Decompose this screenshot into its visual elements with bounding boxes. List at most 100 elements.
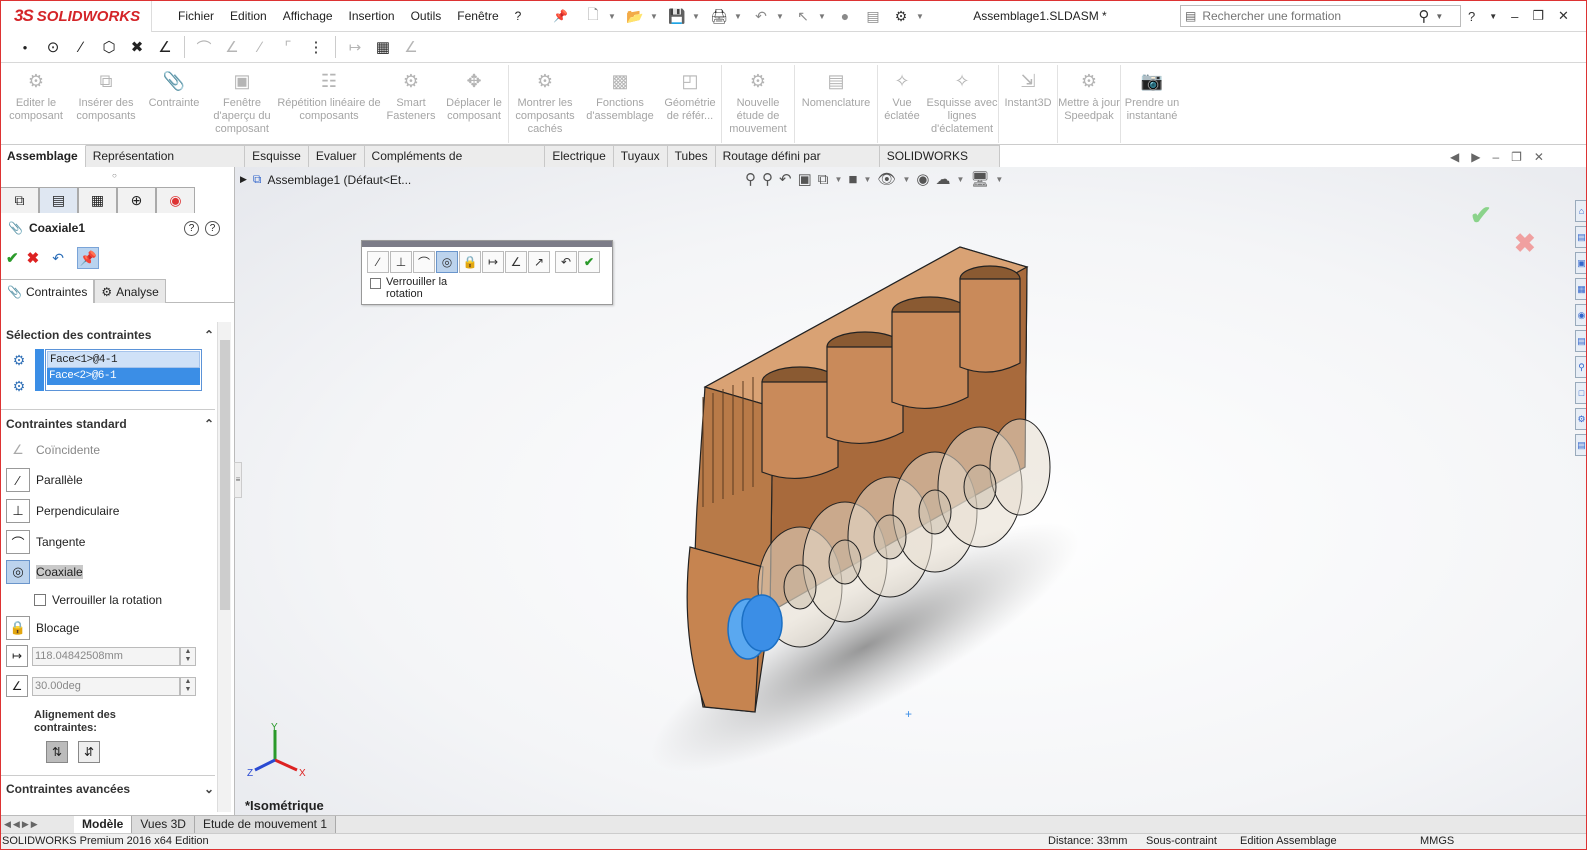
panel-drag-handle[interactable]: ○ — [112, 171, 117, 180]
tab-contraintes[interactable]: 📎 Contraintes — [0, 279, 95, 303]
minimize-icon[interactable]: – — [1511, 9, 1518, 24]
task-pane-appearances-icon[interactable]: ◉ — [1575, 304, 1587, 326]
display-monitor-icon[interactable]: 🖥 — [970, 170, 989, 188]
expand-arrow-icon[interactable]: ▶ — [240, 174, 247, 185]
status-units[interactable]: MMGS — [1420, 835, 1454, 847]
tab-scroll-arrows-icon[interactable]: ◀◀▶▶ — [0, 819, 74, 830]
undo-dropdown-icon[interactable]: ▼ — [776, 12, 788, 21]
task-pane-forum-icon[interactable]: ⚲ — [1575, 356, 1587, 378]
task-pane-home-icon[interactable]: ⌂ — [1575, 200, 1587, 222]
menu-fichier[interactable]: Fichier — [170, 9, 222, 23]
scene-icon[interactable]: ☁ — [935, 170, 950, 188]
section-advanced-mates[interactable]: Contraintes avancées ⌄ — [6, 782, 214, 796]
grid-icon[interactable]: ▦ — [372, 36, 394, 58]
tab-complements[interactable]: Compléments de SOLIDWORKS — [364, 145, 546, 184]
instant3d-button[interactable]: ⇲ Instant3D — [999, 63, 1057, 144]
corner-icon[interactable]: ⌜ — [277, 36, 299, 58]
task-pane-library-icon[interactable]: ▣ — [1575, 252, 1587, 274]
popup-coaxial-icon[interactable]: ◎ — [436, 251, 458, 273]
show-hidden-button[interactable]: ⚙ Montrer les composants cachés — [509, 63, 581, 144]
pm-help-icon[interactable]: ? — [205, 221, 220, 236]
configuration-manager-tab-icon[interactable]: ▦ — [78, 187, 117, 213]
pm-scrollbar[interactable] — [217, 322, 231, 812]
mate-button[interactable]: 📎 Contrainte — [140, 63, 208, 144]
popup-perpendicular-icon[interactable]: ⊥ — [390, 251, 412, 273]
collapse-chevron-icon[interactable]: ⌃ — [204, 328, 214, 342]
appearance-icon[interactable]: ◉ — [916, 170, 929, 188]
mate-tangent[interactable]: ⌒ Tangente — [6, 530, 85, 554]
confirm-corner-cancel-icon[interactable]: ✖ — [1514, 228, 1536, 259]
mate-perpendicular[interactable]: ⊥ Perpendiculaire — [6, 499, 119, 523]
options-gear-icon[interactable]: ⚙ — [888, 5, 914, 27]
linear-pattern-button[interactable]: ☷ Répétition linéaire de composants — [276, 63, 382, 144]
options-dropdown-icon[interactable]: ▼ — [916, 12, 928, 21]
menu-edition[interactable]: Edition — [222, 9, 275, 23]
mate-coincident[interactable]: ∠ Coïncidente — [6, 438, 100, 462]
explode-line-sketch-button[interactable]: ✧ Esquisse avec lignes d'éclatement — [926, 63, 998, 144]
bom-button[interactable]: ▤ Nomenclature — [795, 63, 877, 144]
tab-electrique[interactable]: Electrique — [545, 145, 614, 167]
list-item[interactable]: Face<2>@6-1 — [47, 368, 200, 385]
polygon-icon[interactable]: ⬡ — [98, 36, 120, 58]
file-properties-icon[interactable]: ▤ — [860, 5, 886, 27]
menu-help[interactable]: ? — [507, 9, 530, 23]
distance-input[interactable] — [32, 646, 180, 666]
solidworks-logo[interactable]: 3S SOLIDWORKS — [0, 0, 152, 32]
display-style-dropdown-icon[interactable]: ▼ — [863, 175, 871, 184]
smart-fasteners-button[interactable]: ⚙ Smart Fasteners — [382, 63, 440, 144]
save-dropdown-icon[interactable]: ▼ — [692, 12, 704, 21]
tab-evaluer[interactable]: Evaluer — [308, 145, 365, 167]
pm-undo-button[interactable]: ↶ — [47, 247, 69, 269]
undo-icon[interactable]: ↶ — [748, 5, 774, 27]
motion-study-button[interactable]: ⚙ Nouvelle étude de mouvement — [722, 63, 794, 144]
feature-manager-tab-icon[interactable]: ⧉ — [0, 187, 39, 213]
viewport-minimize-icon[interactable]: – — [1492, 150, 1499, 170]
save-icon[interactable]: 💾 — [664, 5, 690, 27]
search-dropdown-icon[interactable]: ▼ — [1435, 12, 1443, 21]
checkbox-box[interactable] — [34, 594, 46, 606]
task-pane-chat-icon[interactable]: □ — [1575, 382, 1587, 404]
assembly-features-button[interactable]: ▩ Fonctions d'assemblage — [581, 63, 659, 144]
distance-spinner[interactable]: ▲ ▼ — [180, 646, 196, 666]
expand-right-icon[interactable]: ▶ — [1471, 150, 1480, 170]
panel-splitter-handle[interactable]: ≡ — [234, 462, 242, 498]
popup-ok-icon[interactable]: ✔ — [578, 251, 600, 273]
select-cursor-icon[interactable]: ↖ — [790, 5, 816, 27]
dimxpert-tab-icon[interactable]: ⊕ — [117, 187, 156, 213]
popup-lock-rotation-checkbox[interactable]: Verrouiller la rotation — [362, 273, 612, 303]
tab-modele[interactable]: Modèle — [74, 815, 133, 834]
dimension-icon[interactable]: ↦ — [344, 36, 366, 58]
preview-window-button[interactable]: ▣ Fenêtre d'aperçu du composant — [208, 63, 276, 144]
menu-fenetre[interactable]: Fenêtre — [449, 9, 506, 23]
viewport-close-icon[interactable]: ✕ — [1534, 150, 1544, 170]
section-view-icon[interactable]: ▣ — [798, 170, 812, 188]
lock-rotation-checkbox[interactable]: Verrouiller la rotation — [34, 593, 162, 607]
pm-pushpin-button[interactable]: 📌 — [77, 247, 100, 269]
menu-affichage[interactable]: Affichage — [275, 9, 341, 23]
angle-line-icon[interactable]: ∠ — [154, 36, 176, 58]
view-orientation-dropdown-icon[interactable]: ▼ — [834, 175, 842, 184]
tab-schematic[interactable]: Représentation schématique — [85, 145, 246, 184]
help-dropdown-icon[interactable]: ▼ — [1489, 12, 1497, 21]
display-style-icon[interactable]: ■ — [848, 171, 857, 188]
tab-assemblage[interactable]: Assemblage — [0, 145, 86, 167]
reference-geometry-button[interactable]: ◰ Géométrie de référ... — [659, 63, 721, 144]
close-icon[interactable]: ✕ — [1558, 8, 1569, 24]
pm-ok-button[interactable]: ✔ — [6, 249, 19, 267]
angle-input[interactable] — [32, 676, 180, 696]
section-standard-mates[interactable]: Contraintes standard ⌃ — [6, 417, 214, 431]
new-dropdown-icon[interactable]: ▼ — [608, 12, 620, 21]
collapse-left-icon[interactable]: ◀ — [1450, 150, 1459, 170]
display-manager-tab-icon[interactable]: ◉ — [156, 187, 195, 213]
task-pane-resources-icon[interactable]: ▤ — [1575, 226, 1587, 248]
menu-outils[interactable]: Outils — [403, 9, 450, 23]
open-dropdown-icon[interactable]: ▼ — [650, 12, 662, 21]
pm-cancel-button[interactable]: ✖ — [27, 249, 40, 267]
print-icon[interactable]: 🖨 — [706, 5, 732, 27]
aligned-icon[interactable]: ⇅ — [46, 741, 68, 763]
task-pane-explorer-icon[interactable]: ▦ — [1575, 278, 1587, 300]
insert-components-button[interactable]: ⧉ Insérer des composants — [72, 63, 140, 144]
hide-show-dropdown-icon[interactable]: ▼ — [902, 175, 910, 184]
tab-vues-3d[interactable]: Vues 3D — [132, 815, 195, 834]
popup-undo-icon[interactable]: ↶ — [555, 251, 577, 273]
